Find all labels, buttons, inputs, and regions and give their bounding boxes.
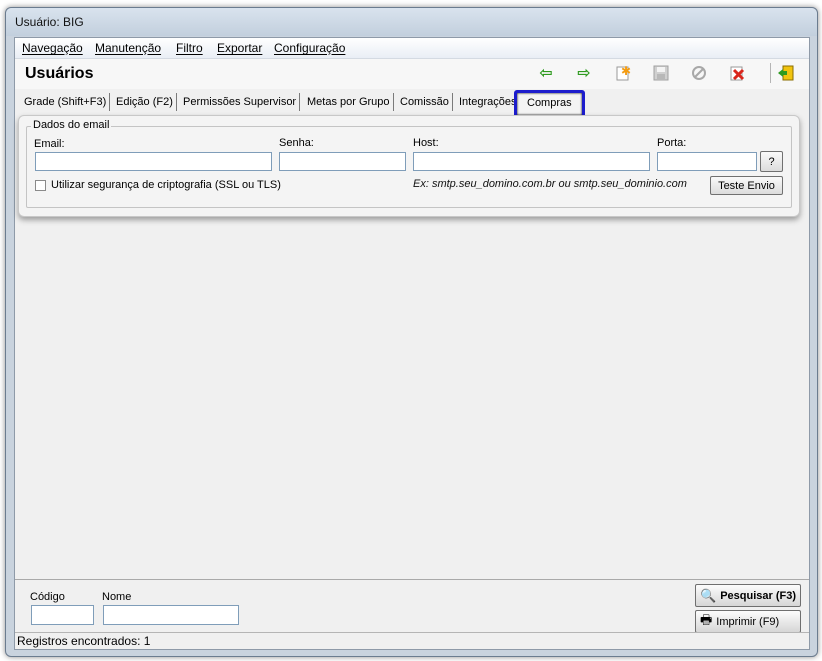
help-button[interactable]: ? <box>760 151 783 172</box>
cancel-icon[interactable] <box>688 62 710 84</box>
imprimir-button[interactable]: 🖶 Imprimir (F9) <box>695 610 801 633</box>
ssl-checkbox[interactable] <box>35 180 46 191</box>
svg-text:✱: ✱ <box>621 64 631 78</box>
email-groupbox: Dados do email Email: Senha: Host: Porta… <box>26 119 792 208</box>
tab-compras[interactable]: Compras <box>514 90 585 118</box>
email-field[interactable] <box>35 152 272 171</box>
search-bar: Código Nome 🔍 Pesquisar (F3) 🖶 Imprimir … <box>15 579 809 635</box>
host-hint: Ex: smtp.seu_domino.com.br ou smtp.seu_d… <box>413 178 687 190</box>
status-text: Registros encontrados: 1 <box>17 634 151 648</box>
page-header: Usuários ⇦ ⇨ ✱ <box>15 59 809 89</box>
app-window: Usuário: BIG Navegação Manutenção Filtro… <box>5 7 818 657</box>
menu-bar: Navegação Manutenção Filtro Exportar Con… <box>15 38 809 59</box>
porta-field[interactable] <box>657 152 757 171</box>
delete-icon[interactable] <box>726 62 748 84</box>
exit-icon[interactable] <box>775 62 797 84</box>
menu-navegacao[interactable]: Navegação <box>22 41 83 55</box>
tab-grade[interactable]: Grade (Shift+F3) <box>21 93 111 111</box>
email-group-title: Dados do email <box>31 119 112 131</box>
senha-field[interactable] <box>279 152 406 171</box>
pesquisar-button[interactable]: 🔍 Pesquisar (F3) <box>695 584 801 607</box>
window-title: Usuário: BIG <box>15 15 84 29</box>
menu-filtro[interactable]: Filtro <box>176 41 203 55</box>
forward-arrow-icon[interactable]: ⇨ <box>573 62 595 84</box>
host-field[interactable] <box>413 152 650 171</box>
codigo-label: Código <box>30 591 65 603</box>
client-area: Navegação Manutenção Filtro Exportar Con… <box>14 37 810 650</box>
new-record-icon[interactable]: ✱ <box>612 62 634 84</box>
imprimir-label: Imprimir (F9) <box>716 615 780 628</box>
tab-comissao[interactable]: Comissão <box>397 93 453 111</box>
menu-configuracao[interactable]: Configuração <box>274 41 345 55</box>
save-icon[interactable] <box>650 62 672 84</box>
printer-icon: 🖶 <box>700 611 713 627</box>
porta-label: Porta: <box>657 137 687 149</box>
ssl-label: Utilizar segurança de criptografia (SSL … <box>51 179 281 191</box>
toolbar-separator <box>770 63 771 83</box>
content-area <box>15 228 809 578</box>
tab-permissoes-supervisor[interactable]: Permissões Supervisor <box>180 93 301 111</box>
teste-envio-button[interactable]: Teste Envio <box>710 176 783 195</box>
pesquisar-label: Pesquisar (F3) <box>720 589 796 602</box>
tab-integracoes[interactable]: Integrações <box>456 93 519 111</box>
status-bar: Registros encontrados: 1 <box>15 632 809 649</box>
tab-metas-por-grupo[interactable]: Metas por Grupo <box>304 93 394 111</box>
menu-manutencao[interactable]: Manutenção <box>95 41 161 55</box>
codigo-field[interactable] <box>31 605 94 625</box>
host-label: Host: <box>413 137 439 149</box>
title-bar[interactable]: Usuário: BIG <box>6 8 817 36</box>
senha-label: Senha: <box>279 137 314 149</box>
email-panel: Dados do email Email: Senha: Host: Porta… <box>18 115 800 217</box>
page-title: Usuários <box>25 65 94 82</box>
nome-field[interactable] <box>103 605 239 625</box>
tab-strip: Grade (Shift+F3) Edição (F2) Permissões … <box>15 89 809 118</box>
menu-exportar[interactable]: Exportar <box>217 41 262 55</box>
tab-edicao[interactable]: Edição (F2) <box>113 93 177 111</box>
back-arrow-icon[interactable]: ⇦ <box>535 62 557 84</box>
email-label: Email: <box>34 138 65 150</box>
nome-label: Nome <box>102 591 132 603</box>
search-icon: 🔍 <box>700 587 717 603</box>
